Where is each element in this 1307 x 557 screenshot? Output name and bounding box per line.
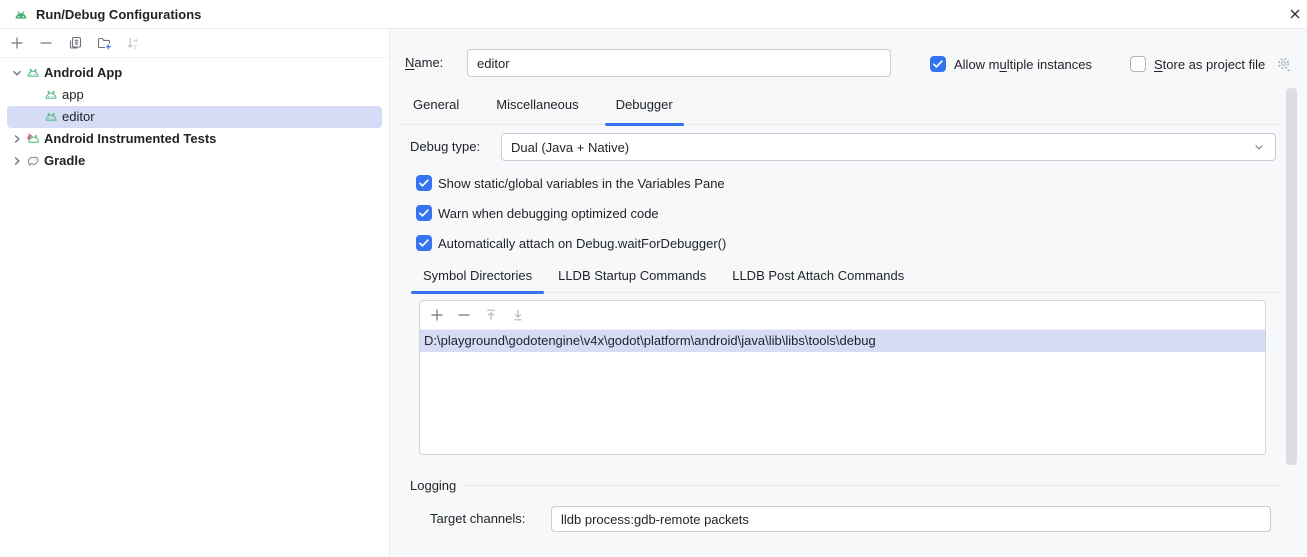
checkbox-checked-icon[interactable] [416,205,432,221]
dialog-titlebar: Run/Debug Configurations [0,0,1307,29]
configurations-tree: Android App app editor Android Instrumen… [0,58,389,172]
move-down-icon[interactable] [510,307,526,323]
chevron-right-icon[interactable] [9,131,25,147]
tree-item-label: editor [62,109,95,124]
option-label: Warn when debugging optimized code [438,205,659,221]
checkbox-checked-icon[interactable] [416,235,432,251]
symbol-directories-panel: D:\playground\godotengine\v4x\godot\plat… [419,300,1266,455]
target-channels-input[interactable] [551,506,1271,532]
chevron-down-icon[interactable] [9,65,25,81]
allow-multiple-instances-checkbox[interactable]: Allow multiple instances [930,55,1092,73]
copy-icon[interactable] [67,35,83,51]
lldb-subtabs: Symbol Directories LLDB Startup Commands… [411,262,1281,294]
logging-section-label: Logging [410,477,457,493]
auto-attach-checkbox[interactable]: Automatically attach on Debug.waitForDeb… [416,234,726,252]
android-test-icon [25,131,41,147]
sidebar-toolbar: a z [0,29,389,58]
name-input[interactable] [467,49,891,77]
add-icon[interactable] [9,35,25,51]
tree-item-editor[interactable]: editor [7,106,382,128]
store-as-project-file-label: Store as project file [1154,56,1266,72]
new-folder-icon[interactable] [96,35,112,51]
debug-type-value: Dual (Java + Native) [511,139,630,155]
tree-group-gradle[interactable]: Gradle [7,150,382,172]
android-app-icon [13,7,29,23]
tree-item-label: Android Instrumented Tests [44,131,217,146]
name-label: Name: [405,55,444,70]
allow-multiple-instances-label: Allow multiple instances [954,56,1093,72]
tree-group-android-instrumented-tests[interactable]: Android Instrumented Tests [7,128,382,150]
svg-text:z: z [134,45,137,51]
option-label: Automatically attach on Debug.waitForDeb… [438,235,727,251]
option-label: Show static/global variables in the Vari… [438,175,725,191]
dialog-title: Run/Debug Configurations [36,7,202,22]
add-icon[interactable] [429,307,445,323]
gradle-icon [25,153,41,169]
android-icon [25,65,41,81]
tab-debugger[interactable]: Debugger [603,88,686,126]
symbol-directory-row[interactable]: D:\playground\godotengine\v4x\godot\plat… [420,330,1265,352]
configurations-sidebar: a z Android App app editor Android Instr… [0,29,390,557]
symbol-directories-toolbar [420,301,1265,330]
config-tabs: General Miscellaneous Debugger [400,88,1281,126]
checkbox-checked-icon[interactable] [416,175,432,191]
remove-icon[interactable] [456,307,472,323]
android-icon [43,87,59,103]
debug-type-select[interactable]: Dual (Java + Native) [501,133,1276,161]
store-as-project-file-checkbox[interactable]: Store as project file [1130,55,1293,73]
sort-icon[interactable]: a z [125,35,141,51]
tree-item-label: Gradle [44,153,86,168]
tree-item-label: app [62,87,84,102]
move-up-icon[interactable] [483,307,499,323]
tree-item-app[interactable]: app [7,84,382,106]
tree-item-label: Android App [44,65,123,80]
close-icon[interactable] [1286,5,1304,23]
tree-group-android-app[interactable]: Android App [7,62,382,84]
vertical-scrollbar-thumb[interactable] [1286,88,1297,465]
subtab-symbol-directories[interactable]: Symbol Directories [411,262,545,294]
chevron-down-icon [1252,140,1266,154]
debug-type-label: Debug type: [410,139,481,154]
subtab-lldb-post-attach-commands[interactable]: LLDB Post Attach Commands [720,262,916,292]
checkbox-checked-icon[interactable] [930,56,946,72]
tab-miscellaneous[interactable]: Miscellaneous [483,88,591,124]
svg-text:a: a [134,38,138,44]
section-divider [464,484,1281,486]
tab-general[interactable]: General [400,88,472,124]
target-channels-label: Target channels: [430,511,526,526]
remove-icon[interactable] [38,35,54,51]
show-static-globals-checkbox[interactable]: Show static/global variables in the Vari… [416,174,725,192]
logging-section: Logging [410,477,1281,493]
checkbox-unchecked-icon[interactable] [1130,56,1146,72]
gear-icon[interactable] [1275,55,1293,73]
subtab-lldb-startup-commands[interactable]: LLDB Startup Commands [546,262,718,292]
android-icon [43,109,59,125]
warn-optimized-code-checkbox[interactable]: Warn when debugging optimized code [416,204,659,222]
configuration-editor: Name: Allow multiple instances Store as … [390,29,1307,557]
chevron-right-icon[interactable] [9,153,25,169]
